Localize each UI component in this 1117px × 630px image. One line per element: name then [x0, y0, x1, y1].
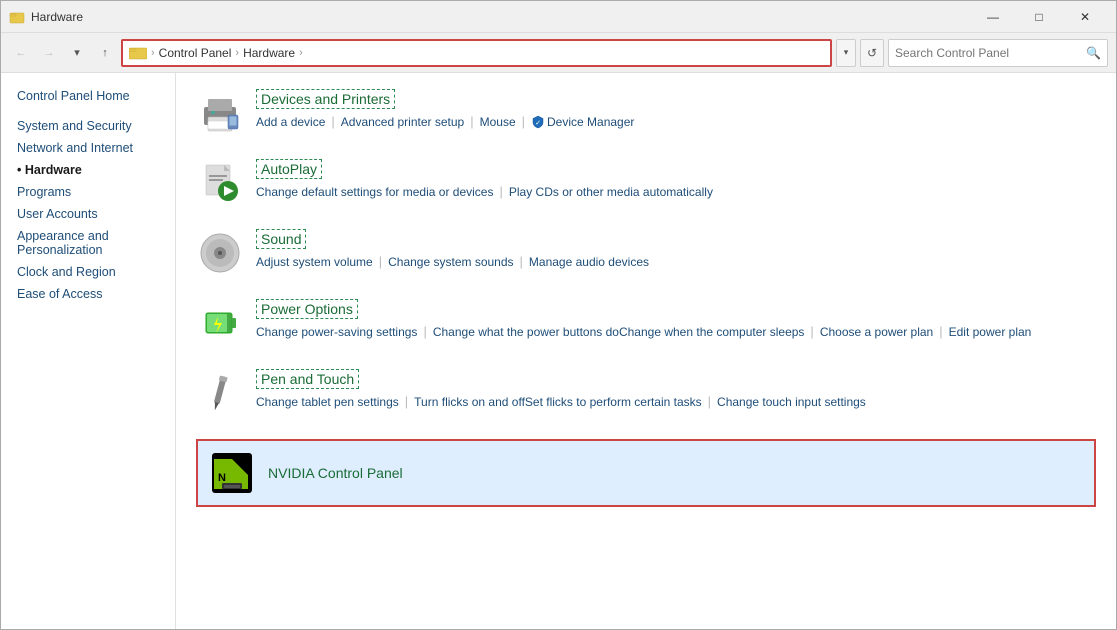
- sound-title[interactable]: Sound: [256, 229, 306, 249]
- device-manager-label[interactable]: Device Manager: [547, 112, 634, 132]
- address-right: ▾ ↺: [836, 39, 884, 67]
- autoplay-icon: [196, 159, 244, 207]
- search-input[interactable]: [895, 46, 1086, 60]
- category-row-devices-printers: Devices and Printers Add a device | Adva…: [196, 89, 1096, 137]
- sidebar-item-user-accounts[interactable]: User Accounts: [1, 203, 175, 225]
- category-row-pen-touch: Pen and Touch Change tablet pen settings…: [196, 369, 1096, 417]
- change-default-settings-link[interactable]: Change default settings for media or dev…: [256, 182, 493, 202]
- edit-power-plan-link[interactable]: Edit power plan: [949, 322, 1032, 342]
- turn-flicks-link[interactable]: Turn flicks on and off: [414, 392, 525, 412]
- touch-input-link[interactable]: Change touch input settings: [717, 392, 866, 412]
- nvidia-title[interactable]: NVIDIA Control Panel: [268, 465, 1084, 481]
- forward-button[interactable]: →: [37, 41, 61, 65]
- content-area: Devices and Printers Add a device | Adva…: [176, 73, 1116, 629]
- sidebar-item-control-panel-home[interactable]: Control Panel Home: [1, 85, 175, 107]
- mouse-link[interactable]: Mouse: [480, 112, 516, 132]
- computer-sleeps-link[interactable]: Change when the computer sleeps: [619, 322, 804, 342]
- window-title: Hardware: [31, 10, 83, 24]
- power-plan-link[interactable]: Choose a power plan: [820, 322, 933, 342]
- window-icon: [9, 9, 25, 25]
- devices-printers-title[interactable]: Devices and Printers: [256, 89, 395, 109]
- breadcrumb-control-panel[interactable]: Control Panel: [159, 46, 232, 60]
- sidebar-item-network-internet[interactable]: Network and Internet: [1, 137, 175, 159]
- maximize-button[interactable]: □: [1016, 1, 1062, 33]
- change-system-sounds-link[interactable]: Change system sounds: [388, 252, 513, 272]
- power-links: Change power-saving settings | Change wh…: [256, 321, 1096, 343]
- sound-icon: [196, 229, 244, 277]
- close-button[interactable]: ✕: [1062, 1, 1108, 33]
- refresh-button[interactable]: ↺: [860, 39, 884, 67]
- autoplay-links: Change default settings for media or dev…: [256, 181, 1096, 203]
- power-title[interactable]: Power Options: [256, 299, 358, 319]
- power-buttons-link[interactable]: Change what the power buttons do: [433, 322, 619, 342]
- category-row-power: Power Options Change power-saving settin…: [196, 299, 1096, 347]
- address-dropdown-button[interactable]: ▾: [836, 39, 856, 67]
- title-controls: — □ ✕: [970, 1, 1108, 33]
- dropdown-nav-button[interactable]: ▾: [65, 41, 89, 65]
- devices-printers-links: Add a device | Advanced printer setup | …: [256, 111, 1096, 133]
- main-area: Control Panel Home System and Security N…: [1, 73, 1116, 629]
- nvidia-body: NVIDIA Control Panel: [268, 465, 1084, 481]
- tablet-pen-settings-link[interactable]: Change tablet pen settings: [256, 392, 399, 412]
- change-power-saving-link[interactable]: Change power-saving settings: [256, 322, 417, 342]
- breadcrumb-box[interactable]: › Control Panel › Hardware ›: [121, 39, 832, 67]
- set-flicks-link[interactable]: Set flicks to perform certain tasks: [525, 392, 702, 412]
- svg-text:✓: ✓: [535, 120, 541, 127]
- search-box: 🔍: [888, 39, 1108, 67]
- sidebar: Control Panel Home System and Security N…: [1, 73, 176, 629]
- category-row-sound: Sound Adjust system volume | Change syst…: [196, 229, 1096, 277]
- breadcrumb-sep-2: ›: [235, 47, 239, 59]
- adjust-volume-link[interactable]: Adjust system volume: [256, 252, 373, 272]
- autoplay-title[interactable]: AutoPlay: [256, 159, 322, 179]
- add-device-link[interactable]: Add a device: [256, 112, 325, 132]
- sidebar-item-system-security[interactable]: System and Security: [1, 115, 175, 137]
- title-bar-left: Hardware: [9, 9, 83, 25]
- svg-text:N: N: [218, 472, 226, 484]
- pen-touch-links: Change tablet pen settings | Turn flicks…: [256, 391, 1096, 413]
- power-icon: [196, 299, 244, 347]
- main-window: Hardware — □ ✕ ← → ▾ ↑ › Control Panel ›…: [0, 0, 1117, 630]
- breadcrumb-sep-1: ›: [151, 47, 155, 59]
- sidebar-item-programs[interactable]: Programs: [1, 181, 175, 203]
- sidebar-item-hardware[interactable]: Hardware: [1, 159, 175, 181]
- nvidia-row[interactable]: N NVIDIA Control Panel: [196, 439, 1096, 507]
- up-button[interactable]: ↑: [93, 41, 117, 65]
- advanced-printer-setup-link[interactable]: Advanced printer setup: [341, 112, 464, 132]
- power-body: Power Options Change power-saving settin…: [256, 299, 1096, 343]
- sound-body: Sound Adjust system volume | Change syst…: [256, 229, 1096, 273]
- autoplay-body: AutoPlay Change default settings for med…: [256, 159, 1096, 203]
- breadcrumb-sep-3: ›: [299, 47, 303, 59]
- sidebar-item-ease-access[interactable]: Ease of Access: [1, 283, 175, 305]
- category-row-autoplay: AutoPlay Change default settings for med…: [196, 159, 1096, 207]
- pen-touch-icon: [196, 369, 244, 417]
- play-cds-link[interactable]: Play CDs or other media automatically: [509, 182, 713, 202]
- title-bar: Hardware — □ ✕: [1, 1, 1116, 33]
- search-button[interactable]: 🔍: [1086, 46, 1101, 60]
- breadcrumb-folder-icon: [129, 46, 147, 60]
- sound-links: Adjust system volume | Change system sou…: [256, 251, 1096, 273]
- shield-icon-svg: ✓: [531, 115, 545, 129]
- breadcrumb-hardware[interactable]: Hardware: [243, 46, 295, 60]
- minimize-button[interactable]: —: [970, 1, 1016, 33]
- sidebar-item-appearance[interactable]: Appearance and Personalization: [1, 225, 175, 261]
- pen-touch-title[interactable]: Pen and Touch: [256, 369, 359, 389]
- address-bar: ← → ▾ ↑ › Control Panel › Hardware › ▾ ↺…: [1, 33, 1116, 73]
- nvidia-icon: N: [208, 449, 256, 497]
- devices-printers-icon: [196, 89, 244, 137]
- back-button[interactable]: ←: [9, 41, 33, 65]
- device-manager-link[interactable]: ✓ Device Manager: [531, 112, 634, 132]
- pen-touch-body: Pen and Touch Change tablet pen settings…: [256, 369, 1096, 413]
- devices-printers-body: Devices and Printers Add a device | Adva…: [256, 89, 1096, 133]
- manage-audio-link[interactable]: Manage audio devices: [529, 252, 649, 272]
- sidebar-item-clock-region[interactable]: Clock and Region: [1, 261, 175, 283]
